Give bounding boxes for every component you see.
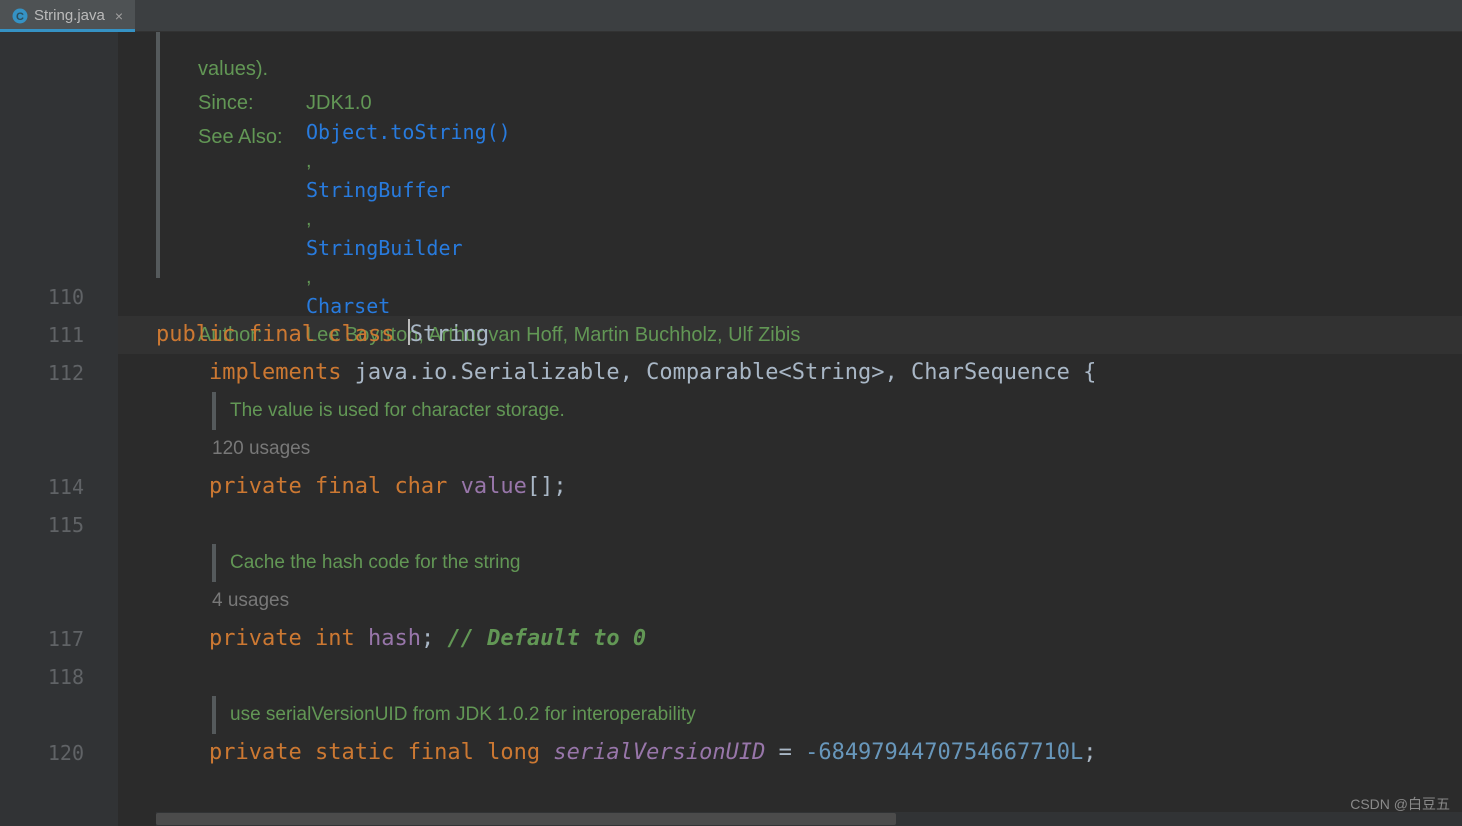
gutter[interactable]: 110 111 112 114 115 117 118 120 bbox=[0, 32, 118, 826]
usages-inlay[interactable]: 4 usages bbox=[212, 582, 1462, 620]
javadoc-link[interactable]: StringBuffer bbox=[306, 178, 1462, 202]
editor: 110 111 112 114 115 117 118 120 values).… bbox=[0, 32, 1462, 826]
tab-bar: C String.java × bbox=[0, 0, 1462, 32]
code-line[interactable]: implements java.io.Serializable, Compara… bbox=[118, 354, 1462, 392]
line-number: 112 bbox=[0, 354, 84, 392]
line-number: 111 bbox=[0, 316, 84, 354]
code-line[interactable] bbox=[118, 658, 1462, 696]
javadoc-link[interactable]: Charset bbox=[306, 294, 1462, 318]
javadoc-since-label: Since: bbox=[198, 86, 298, 120]
watermark: CSDN @白豆五 bbox=[1350, 794, 1450, 814]
line-number: 117 bbox=[0, 620, 84, 658]
javadoc-seealso-label: See Also: bbox=[198, 120, 298, 318]
javadoc-link[interactable]: Object.toString() bbox=[306, 120, 1462, 144]
javadoc-tail-line: values). bbox=[198, 52, 1462, 86]
line-number: 115 bbox=[0, 506, 84, 544]
horizontal-scrollbar[interactable] bbox=[156, 812, 1462, 826]
code-line[interactable]: private static final long serialVersionU… bbox=[118, 734, 1462, 772]
java-class-file-icon: C bbox=[12, 8, 28, 24]
svg-text:C: C bbox=[16, 11, 24, 23]
javadoc-since-value: JDK1.0 bbox=[306, 86, 1462, 120]
close-icon[interactable]: × bbox=[115, 8, 123, 24]
javadoc-link[interactable]: StringBuilder bbox=[306, 236, 1462, 260]
scrollbar-thumb[interactable] bbox=[156, 813, 896, 825]
usages-inlay[interactable]: 120 usages bbox=[212, 430, 1462, 468]
line-number: 120 bbox=[0, 734, 84, 772]
line-number: 118 bbox=[0, 658, 84, 696]
code-area[interactable]: values). Since: JDK1.0 See Also: Object.… bbox=[118, 32, 1462, 826]
rendered-javadoc: values). Since: JDK1.0 See Also: Object.… bbox=[156, 32, 1462, 278]
line-number: 114 bbox=[0, 468, 84, 506]
tab-label: String.java bbox=[34, 7, 105, 24]
line-number: 110 bbox=[0, 278, 84, 316]
code-line[interactable]: private int hash; // Default to 0 bbox=[118, 620, 1462, 658]
inline-doc: use serialVersionUID from JDK 1.0.2 for … bbox=[212, 696, 1462, 734]
code-line[interactable]: private final char value[]; bbox=[118, 468, 1462, 506]
inline-doc: Cache the hash code for the string bbox=[212, 544, 1462, 582]
inline-doc: The value is used for character storage. bbox=[212, 392, 1462, 430]
tab-string-java[interactable]: C String.java × bbox=[0, 0, 135, 31]
code-line[interactable] bbox=[118, 506, 1462, 544]
